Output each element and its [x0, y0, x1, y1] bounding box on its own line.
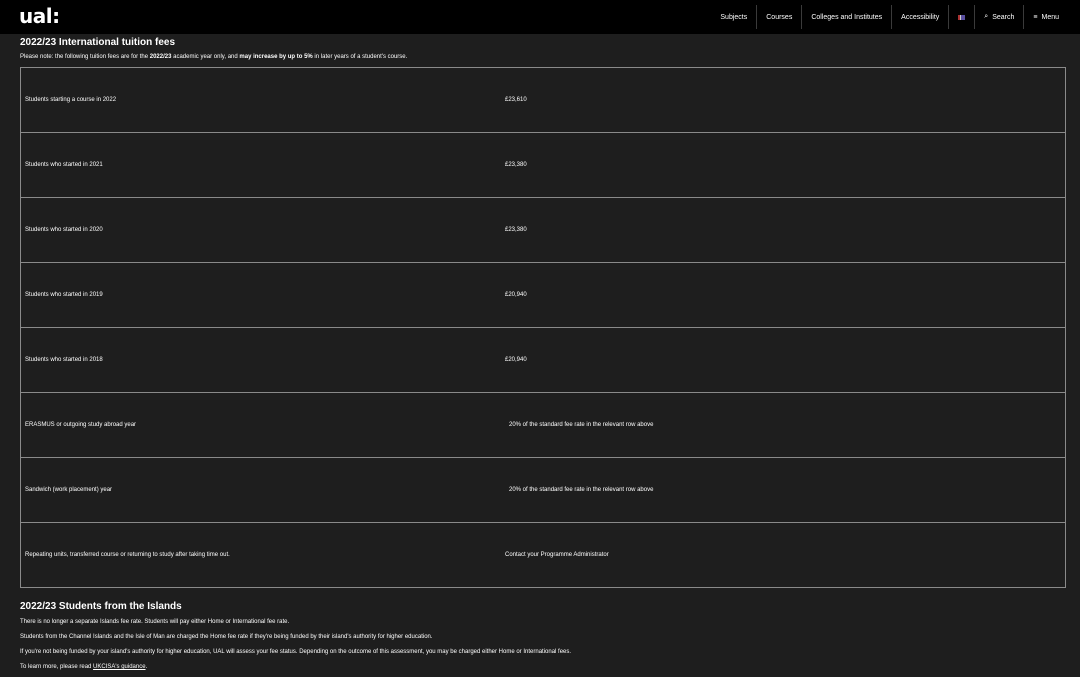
- nav-subjects[interactable]: Subjects: [711, 5, 758, 29]
- ual-logo[interactable]: ual:: [19, 4, 60, 28]
- note-text-3: in later years of a student's course.: [312, 54, 408, 60]
- note-text-1: Please note: the following tuition fees …: [20, 54, 150, 60]
- row-label: Students who started in 2020: [20, 197, 501, 263]
- search-icon: ⌕: [984, 13, 989, 20]
- islands-paragraph-3: If you're not being funded by your islan…: [20, 649, 572, 655]
- language-selector[interactable]: [949, 5, 976, 29]
- row-fee: Contact your Programme Administrator: [501, 522, 1066, 588]
- table-row: Students who started in 2020 £23,380: [20, 197, 1066, 263]
- search-label: Search: [992, 13, 1015, 21]
- islands-heading: 2022/23 Students from the Islands: [20, 601, 182, 612]
- table-row: Students who started in 2019 £20,940: [20, 262, 1066, 328]
- row-fee: £23,380: [501, 197, 1066, 263]
- islands-paragraph-2: Students from the Channel Islands and th…: [20, 634, 433, 640]
- table-row: Students who started in 2021 £23,380: [20, 132, 1066, 198]
- row-fee: £23,380: [501, 132, 1066, 198]
- note-increase: may increase by up to 5%: [239, 54, 313, 60]
- row-label: Students who started in 2019: [20, 262, 501, 328]
- row-label: Students starting a course in 2022: [25, 97, 117, 103]
- note-text-2: academic year only, and: [171, 54, 240, 60]
- search-button[interactable]: ⌕ Search: [975, 5, 1025, 29]
- fees-note: Please note: the following tuition fees …: [20, 54, 407, 60]
- row-fee: £23,610: [505, 97, 527, 103]
- table-row: Students starting a course in 2022 £23,6…: [21, 68, 1066, 133]
- p4-prefix: To learn more, please read: [20, 664, 94, 670]
- international-fees-heading: 2022/23 International tuition fees: [20, 37, 176, 48]
- menu-label: Menu: [1041, 13, 1059, 21]
- table-row: Students who started in 2018 £20,940: [20, 327, 1066, 393]
- main-nav: Subjects Courses Colleges and Institutes…: [711, 5, 1068, 29]
- table-row: Repeating units, transferred course or r…: [20, 522, 1066, 588]
- row-label: ERASMUS or outgoing study abroad year: [20, 392, 501, 458]
- row-label: Students who started in 2018: [20, 327, 501, 393]
- international-fees-table: Students starting a course in 2022 £23,6…: [20, 67, 1066, 588]
- islands-paragraph-1: There is no longer a separate Islands fe…: [20, 619, 290, 625]
- note-year: 2022/23: [149, 54, 172, 60]
- row-fee: £20,940: [501, 327, 1066, 393]
- top-navigation-bar: ual: Subjects Courses Colleges and Insti…: [0, 0, 1080, 34]
- row-fee: 20% of the standard fee rate in the rele…: [501, 457, 1066, 523]
- table-row: ERASMUS or outgoing study abroad year 20…: [20, 392, 1066, 458]
- nav-colleges[interactable]: Colleges and Institutes: [802, 5, 893, 29]
- p4-suffix: .: [145, 664, 148, 670]
- row-fee: £20,940: [501, 262, 1066, 328]
- row-label: Students who started in 2021: [20, 132, 501, 198]
- nav-courses[interactable]: Courses: [757, 5, 803, 29]
- row-label: Repeating units, transferred course or r…: [20, 522, 501, 588]
- ukcisa-guidance-link[interactable]: UKCISA's guidance: [93, 664, 146, 670]
- menu-icon: ≡: [1033, 13, 1038, 21]
- uk-flag-icon: [958, 14, 966, 20]
- menu-button[interactable]: ≡ Menu: [1024, 5, 1068, 29]
- table-row: Sandwich (work placement) year 20% of th…: [20, 457, 1066, 523]
- islands-paragraph-4: To learn more, please read UKCISA's guid…: [20, 664, 147, 670]
- row-fee: 20% of the standard fee rate in the rele…: [501, 392, 1066, 458]
- nav-accessibility[interactable]: Accessibility: [892, 5, 950, 29]
- row-label: Sandwich (work placement) year: [20, 457, 501, 523]
